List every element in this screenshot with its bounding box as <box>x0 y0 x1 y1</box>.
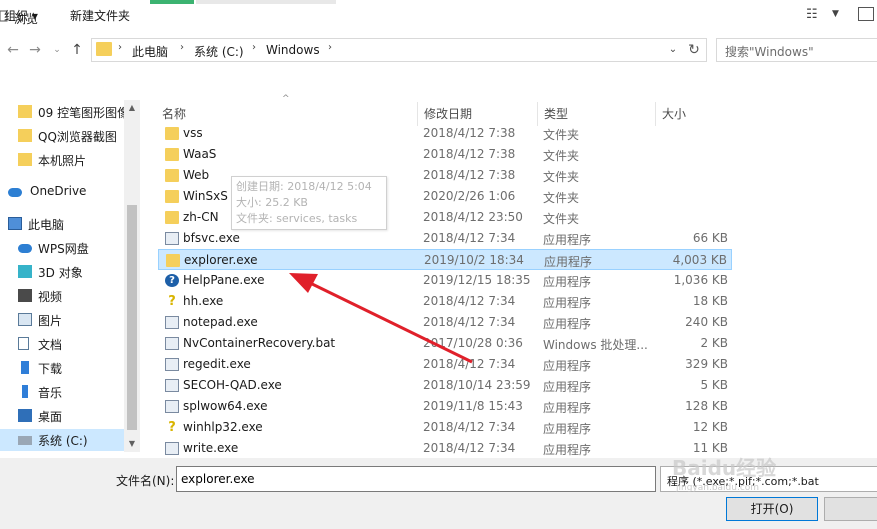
annotation-arrow-icon <box>289 273 473 364</box>
